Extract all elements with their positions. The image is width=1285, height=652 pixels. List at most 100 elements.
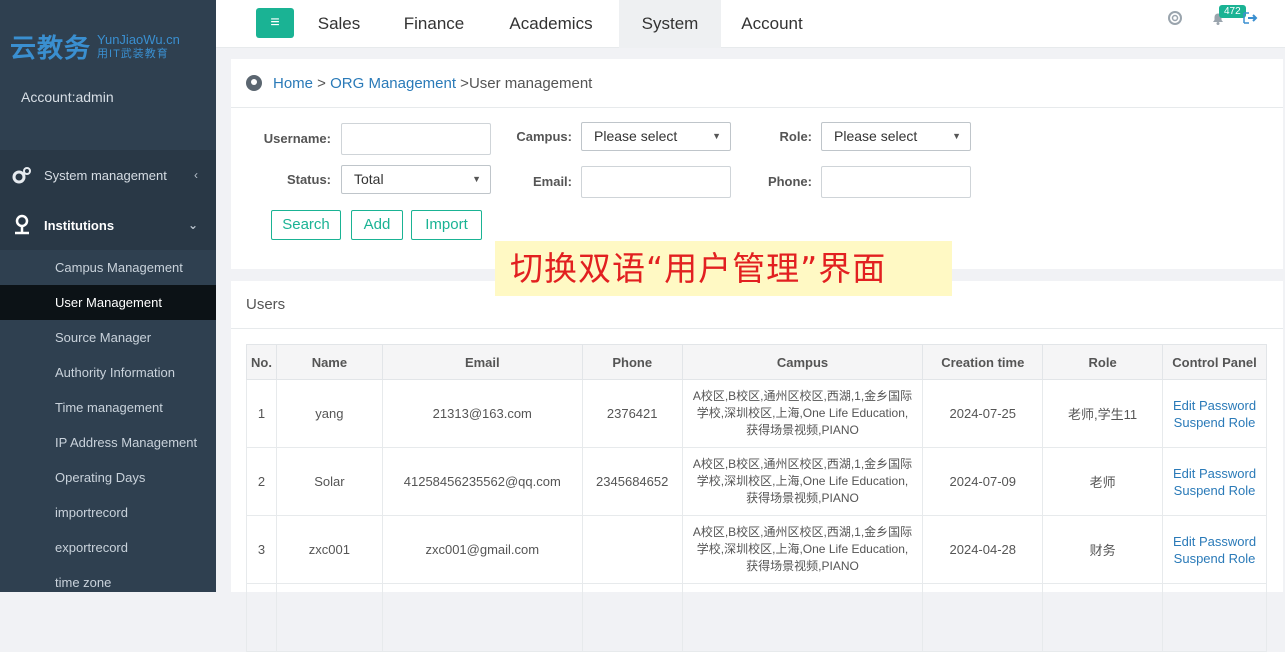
users-table: No. Name Email Phone Campus Creation tim… bbox=[246, 344, 1267, 652]
role-label: Role: bbox=[779, 129, 813, 144]
sidebar-item-label: Institutions bbox=[44, 217, 115, 233]
chevron-left-icon: ‹ bbox=[194, 168, 198, 182]
tab-finance[interactable]: Finance bbox=[388, 0, 480, 48]
sidebar-item-exportrecord[interactable]: exportrecord bbox=[0, 530, 216, 565]
sidebar-item-authority-information[interactable]: Authority Information bbox=[0, 355, 216, 390]
column-header-no: No. bbox=[246, 344, 277, 380]
dropdown-arrow-icon: ▼ bbox=[712, 131, 721, 141]
cell-name: Solar bbox=[275, 447, 383, 516]
sidebar-item-operating-days[interactable]: Operating Days bbox=[0, 460, 216, 495]
chevron-down-icon: ⌄ bbox=[187, 218, 198, 232]
sidebar-item-importrecord[interactable]: importrecord bbox=[0, 495, 216, 530]
cell-creation-time: 2024-07-25 bbox=[922, 379, 1044, 448]
cell-email: 41258456235562@qq.com bbox=[381, 447, 583, 516]
cell-control-panel: Edit Password Suspend Role bbox=[1162, 379, 1267, 448]
breadcrumb-org-link[interactable]: ORG Management bbox=[330, 75, 456, 92]
role-select-value: Please select bbox=[834, 128, 918, 144]
logo-main: 云教务 bbox=[10, 34, 92, 64]
edit-password-link[interactable]: Edit Password bbox=[1163, 533, 1266, 550]
logo-slogan: 用IT武装教育 bbox=[97, 47, 169, 60]
table-row: 2 Solar 41258456235562@qq.com 2345684652… bbox=[246, 447, 1267, 516]
column-header-control-panel: Control Panel bbox=[1162, 344, 1267, 380]
table-header-row: No. Name Email Phone Campus Creation tim… bbox=[246, 344, 1267, 380]
import-button[interactable]: Import bbox=[411, 210, 482, 240]
table-row: 3 zxc001 zxc001@gmail.com A校区,B校区,通州区校区,… bbox=[246, 515, 1267, 584]
sidebar-item-campus-management[interactable]: Campus Management bbox=[0, 250, 216, 285]
status-label: Status: bbox=[286, 172, 331, 187]
logo: 云教务 YunJiaoWu.cn 用IT武装教育 bbox=[10, 28, 180, 65]
cell-control-panel: Edit Password Suspend Role bbox=[1162, 515, 1267, 584]
sidebar-item-source-manager[interactable]: Source Manager bbox=[0, 320, 216, 355]
cell-no: 2 bbox=[246, 447, 277, 516]
cell-no: 3 bbox=[246, 515, 277, 584]
cell-campus: A校区,B校区,通州区校区,西湖,1,金乡国际学校,深圳校区,上海,One Li… bbox=[681, 379, 924, 448]
role-select[interactable]: Please select ▼ bbox=[821, 122, 971, 151]
campus-select-value: Please select bbox=[594, 128, 678, 144]
gears-icon bbox=[10, 165, 34, 185]
cell-role: 老师 bbox=[1042, 447, 1164, 516]
sidebar-item-time-management[interactable]: Time management bbox=[0, 390, 216, 425]
breadcrumb-home-link[interactable]: Home bbox=[273, 75, 313, 92]
breadcrumb-current: User management bbox=[468, 74, 593, 92]
tab-academics[interactable]: Academics bbox=[494, 0, 608, 48]
cell-email: zxc001@gmail.com bbox=[381, 515, 583, 584]
cell-email: 21313@163.com bbox=[381, 379, 583, 448]
sidebar-item-label: System management bbox=[44, 167, 167, 183]
campus-select[interactable]: Please select ▼ bbox=[581, 122, 731, 151]
tab-system[interactable]: System bbox=[619, 0, 721, 48]
email-input[interactable] bbox=[581, 166, 731, 198]
lifebuoy-icon[interactable] bbox=[1167, 10, 1183, 29]
cell-campus: A校区,B校区,通州区校区,西湖,1,金乡国际学校,深圳校区,上海,One Li… bbox=[681, 447, 924, 516]
logo-domain: YunJiaoWu.cn bbox=[97, 31, 180, 47]
divider bbox=[231, 328, 1283, 329]
sidebar-item-institutions[interactable]: Institutions ⌄ bbox=[0, 200, 216, 250]
status-select[interactable]: Total ▼ bbox=[341, 165, 491, 194]
sidebar-item-system-management[interactable]: System management ‹ bbox=[0, 150, 216, 200]
column-header-name: Name bbox=[275, 344, 383, 380]
caption-overlay: 切换双语“用户管理”界面 bbox=[495, 241, 952, 296]
breadcrumb-separator: > bbox=[313, 74, 331, 92]
cell-creation-time: 2024-04-28 bbox=[922, 515, 1044, 584]
username-label: Username: bbox=[263, 131, 331, 146]
suspend-role-link[interactable]: Suspend Role bbox=[1163, 482, 1266, 499]
edit-password-link[interactable]: Edit Password bbox=[1163, 397, 1266, 414]
map-marker-icon bbox=[245, 74, 263, 92]
logout-icon[interactable] bbox=[1242, 10, 1258, 29]
location-pin-icon bbox=[10, 214, 34, 236]
account-label: Account:admin bbox=[21, 89, 114, 105]
sidebar-item-time-zone[interactable]: time zone bbox=[0, 565, 216, 600]
tab-account[interactable]: Account bbox=[729, 0, 815, 48]
users-panel-title: Users bbox=[246, 296, 286, 313]
cell-no: 1 bbox=[246, 379, 277, 448]
cell-role: 老师,学生11 bbox=[1042, 379, 1164, 448]
search-button[interactable]: Search bbox=[271, 210, 341, 240]
suspend-role-link[interactable]: Suspend Role bbox=[1163, 550, 1266, 567]
sidebar-item-user-management[interactable]: User Management bbox=[0, 285, 216, 320]
cell-creation-time: 2024-07-09 bbox=[922, 447, 1044, 516]
filter-panel: Home > ORG Management > User management … bbox=[231, 59, 1283, 269]
dropdown-arrow-icon: ▼ bbox=[952, 131, 961, 141]
top-navbar: ≡ Sales Finance Academics System Account… bbox=[216, 0, 1285, 48]
email-label: Email: bbox=[532, 174, 572, 189]
table-row: 1 yang 21313@163.com 2376421 A校区,B校区,通州区… bbox=[246, 379, 1267, 448]
column-header-role: Role bbox=[1042, 344, 1164, 380]
status-select-value: Total bbox=[354, 171, 384, 187]
username-input[interactable] bbox=[341, 123, 491, 155]
cell-phone: 2345684652 bbox=[581, 447, 683, 516]
column-header-creation-time: Creation time bbox=[922, 344, 1044, 380]
column-header-email: Email bbox=[381, 344, 583, 380]
phone-input[interactable] bbox=[821, 166, 971, 198]
cell-role: 财务 bbox=[1042, 515, 1164, 584]
hamburger-menu-button[interactable]: ≡ bbox=[256, 8, 294, 38]
table-row bbox=[246, 583, 1267, 652]
column-header-phone: Phone bbox=[581, 344, 683, 380]
tab-sales[interactable]: Sales bbox=[304, 0, 374, 48]
cell-phone bbox=[581, 515, 683, 584]
campus-label: Campus: bbox=[516, 129, 572, 144]
add-button[interactable]: Add bbox=[351, 210, 403, 240]
suspend-role-link[interactable]: Suspend Role bbox=[1163, 414, 1266, 431]
divider bbox=[231, 107, 1283, 108]
edit-password-link[interactable]: Edit Password bbox=[1163, 465, 1266, 482]
sidebar-item-ip-address-management[interactable]: IP Address Management bbox=[0, 425, 216, 460]
users-panel: Users No. Name Email Phone Campus Creati… bbox=[231, 281, 1283, 652]
